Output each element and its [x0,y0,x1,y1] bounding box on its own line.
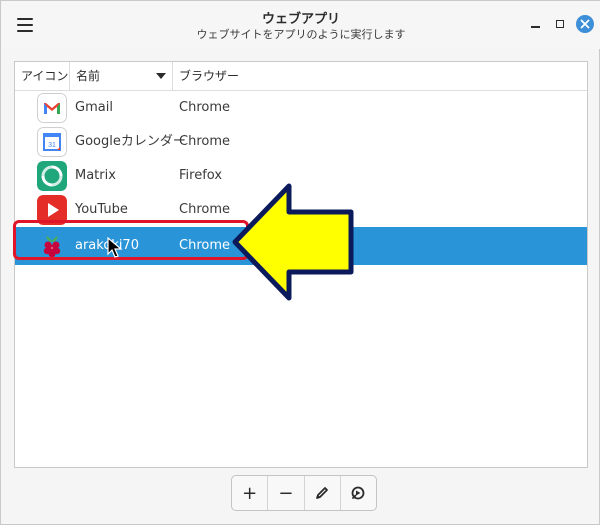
column-header-icon[interactable]: アイコン [15,62,70,90]
launch-icon [351,486,365,500]
app-browser: Chrome [179,134,230,149]
edit-button[interactable] [305,476,341,510]
list-header: アイコン 名前 ブラウザー [15,62,587,91]
svg-text:31: 31 [48,142,56,149]
window-subtitle: ウェブサイトをアプリのように実行します [196,28,406,41]
column-header-browser[interactable]: ブラウザー [173,62,587,90]
maximize-icon [556,20,564,28]
minimize-button[interactable] [525,14,545,34]
web-apps-window: ウェブアプリ ウェブサイトをアプリのように実行します アイコン 名前 ブラウザー [0,0,600,525]
app-row-gmail[interactable]: Gmail Chrome [15,91,587,125]
google-calendar-icon: 31 [37,127,67,157]
remove-button[interactable]: − [268,476,305,510]
raspberry-pi-icon [43,236,61,258]
app-browser: Chrome [179,202,230,217]
window-title: ウェブアプリ [261,12,340,27]
column-header-name-label: 名前 [76,69,101,83]
maximize-button[interactable] [550,14,570,34]
web-app-list: アイコン 名前 ブラウザー Gmail Chrome 31 Googleカレンダ… [14,61,588,468]
gmail-icon [37,93,67,123]
app-browser: Chrome [179,238,230,253]
add-button[interactable]: + [232,476,269,510]
youtube-icon [37,195,67,225]
app-row-matrix[interactable]: Matrix Firefox [15,159,587,193]
close-icon [580,19,590,29]
minimize-icon [530,26,540,28]
pencil-icon [316,487,329,499]
matrix-icon [37,161,67,191]
sort-descending-icon [156,73,166,79]
app-name: Googleカレンダー [75,134,186,149]
column-header-name[interactable]: 名前 [70,62,173,90]
run-button[interactable] [341,476,376,510]
app-row-youtube[interactable]: YouTube Chrome [15,193,587,227]
app-row-selected[interactable]: arakoki70 Chrome [15,227,587,265]
app-row-google-calendar[interactable]: 31 Googleカレンダー Chrome [15,125,587,159]
header-bar: ウェブアプリ ウェブサイトをアプリのように実行します [1,1,600,49]
bottom-toolbar: + − [231,475,377,511]
app-name: Gmail [75,100,113,115]
app-name: YouTube [75,202,128,217]
app-browser: Firefox [179,168,223,183]
app-name: Matrix [75,168,116,183]
app-browser: Chrome [179,100,230,115]
app-name: arakoki70 [75,238,139,253]
close-button[interactable] [576,15,594,33]
